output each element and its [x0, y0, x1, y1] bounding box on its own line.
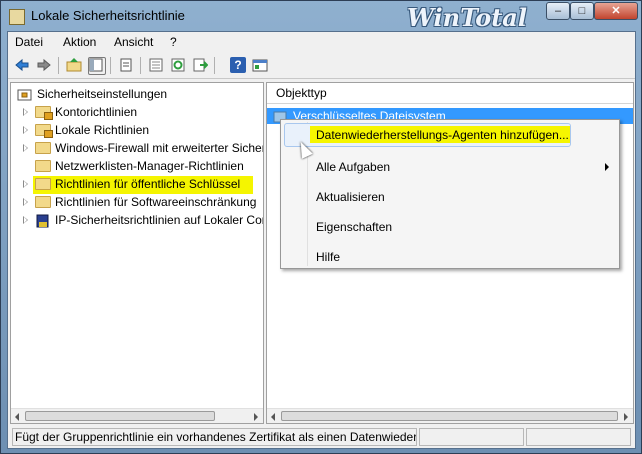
window-title: Lokale Sicherheitsrichtlinie: [31, 8, 185, 23]
refresh-icon[interactable]: [170, 57, 186, 73]
scrollbar-thumb[interactable]: [281, 411, 618, 421]
toolbar-separator: [214, 57, 215, 74]
tree-item-label: Kontorichtlinien: [55, 105, 138, 119]
submenu-arrow-icon: [605, 163, 609, 171]
scroll-left-icon[interactable]: [271, 413, 275, 421]
menu-item-help[interactable]: Hilfe: [316, 250, 340, 264]
tree-item-label: Richtlinien für Softwareeinschränkung: [55, 195, 257, 209]
expand-arrow-icon[interactable]: [23, 144, 28, 152]
status-text: Fügt der Gruppenrichtlinie ein vorhanden…: [12, 428, 417, 446]
context-menu: Datenwiederherstellungs-Agenten hinzufüg…: [280, 119, 620, 269]
column-header-label: Objekttyp: [276, 86, 327, 100]
scrollbar-thumb[interactable]: [25, 411, 215, 421]
forward-icon[interactable]: [36, 57, 52, 73]
status-panel: [419, 428, 524, 446]
tree-item-label: Netzwerklisten-Manager-Richtlinien: [55, 159, 244, 173]
toolbar: ?: [8, 53, 635, 79]
up-folder-icon[interactable]: [66, 57, 82, 73]
app-window: Lokale Sicherheitsrichtlinie WinTotal – …: [0, 0, 642, 454]
folder-icon: [35, 178, 51, 190]
wintotal-watermark: WinTotal: [407, 3, 527, 32]
ipsec-icon: [36, 214, 49, 228]
folder-lock-icon: [35, 124, 53, 138]
menu-item-refresh[interactable]: Aktualisieren: [316, 190, 385, 204]
tree-item-label: IP-Sicherheitsrichtlinien auf Lokaler Co…: [55, 213, 263, 227]
toolbar-separator: [58, 57, 59, 74]
menu-ansicht[interactable]: Ansicht: [114, 35, 153, 49]
back-icon[interactable]: [14, 57, 30, 73]
expand-arrow-icon[interactable]: [23, 198, 28, 206]
tree-item-ipsec[interactable]: IP-Sicherheitsrichtlinien auf Lokaler Co…: [11, 212, 263, 230]
expand-arrow-icon[interactable]: [23, 108, 28, 116]
folder-icon: [35, 142, 51, 154]
tree-item-netzwerklisten[interactable]: Netzwerklisten-Manager-Richtlinien: [11, 158, 261, 176]
menu-item-properties[interactable]: Eigenschaften: [316, 220, 392, 234]
tree-item-windows-firewall[interactable]: Windows-Firewall mit erweiterter Sicherh…: [11, 140, 264, 158]
title-bar[interactable]: Lokale Sicherheitsrichtlinie WinTotal – …: [1, 1, 641, 32]
status-bar: Fügt der Gruppenrichtlinie ein vorhanden…: [8, 426, 635, 448]
folder-icon: [35, 160, 51, 172]
tree-item-lokale-richtlinien[interactable]: Lokale Richtlinien: [11, 122, 261, 140]
show-tree-icon[interactable]: [88, 57, 106, 75]
column-header-objekttyp[interactable]: Objekttyp: [267, 83, 633, 104]
tree-item-label: Windows-Firewall mit erweiterter Sicherh…: [55, 141, 264, 155]
folder-lock-icon: [35, 106, 53, 120]
toolbar-separator: [110, 57, 111, 74]
app-icon: [9, 9, 25, 25]
tree-horizontal-scrollbar[interactable]: [11, 408, 263, 423]
list-horizontal-scrollbar[interactable]: [267, 408, 633, 423]
scroll-left-icon[interactable]: [15, 413, 19, 421]
export-list-icon[interactable]: [148, 57, 164, 73]
toolbar-separator: [140, 57, 141, 74]
menu-help[interactable]: ?: [170, 35, 177, 49]
tree-item-public-key-policies[interactable]: Richtlinien für öffentliche Schlüssel: [11, 176, 261, 194]
tree-root-label: Sicherheitseinstellungen: [37, 87, 168, 101]
scroll-right-icon[interactable]: [624, 413, 628, 421]
console-icon[interactable]: [252, 57, 268, 73]
security-settings-icon: [17, 89, 32, 101]
expand-arrow-icon[interactable]: [23, 126, 28, 134]
expand-arrow-icon[interactable]: [23, 180, 28, 188]
maximize-button[interactable]: □: [570, 2, 594, 20]
properties-icon[interactable]: [118, 57, 134, 73]
tree-pane[interactable]: Sicherheitseinstellungen Kontorichtlinie…: [10, 82, 264, 424]
help-icon[interactable]: ?: [230, 57, 246, 73]
status-panel: [526, 428, 631, 446]
menu-item-all-tasks[interactable]: Alle Aufgaben: [316, 160, 390, 174]
tree-item-label: Lokale Richtlinien: [55, 123, 150, 137]
menu-bar: Datei Aktion Ansicht ?: [8, 32, 635, 52]
menu-datei[interactable]: Datei: [15, 35, 43, 49]
folder-icon: [35, 196, 51, 208]
menu-item-add-recovery-agent[interactable]: Datenwiederherstellungs-Agenten hinzufüg…: [316, 128, 569, 142]
expand-arrow-icon[interactable]: [23, 216, 28, 224]
minimize-button[interactable]: –: [546, 2, 570, 20]
export-icon[interactable]: [192, 57, 209, 73]
tree-item-kontorichtlinien[interactable]: Kontorichtlinien: [11, 104, 261, 122]
tree-item-label: Richtlinien für öffentliche Schlüssel: [55, 177, 241, 191]
close-button[interactable]: ✕: [594, 2, 638, 20]
menu-aktion[interactable]: Aktion: [63, 35, 96, 49]
scroll-right-icon[interactable]: [254, 413, 258, 421]
tree-item-software-restriction[interactable]: Richtlinien für Softwareeinschränkung: [11, 194, 261, 212]
tree-root[interactable]: Sicherheitseinstellungen: [11, 86, 261, 104]
